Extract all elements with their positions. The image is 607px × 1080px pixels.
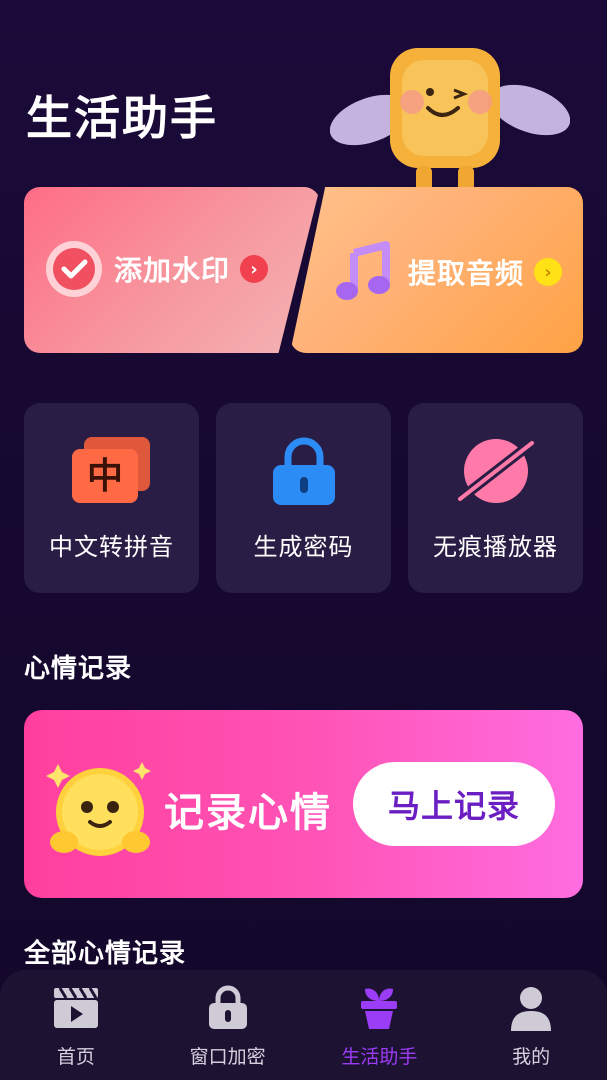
nav-item-mine[interactable]: 我的 (461, 984, 601, 1069)
chinese-character-icon: 中 (71, 437, 150, 503)
bottom-nav: 首页 窗口加密 生活助手 我的 (0, 970, 607, 1080)
nav-item-life-assistant[interactable]: 生活助手 (309, 984, 449, 1069)
mood-record-card: 记录心情 马上记录 (24, 710, 583, 898)
extract-audio-card[interactable]: 提取音频 › (290, 187, 583, 353)
tool-label: 中文转拼音 (49, 533, 174, 561)
nav-item-window-encrypt[interactable]: 窗口加密 (158, 984, 298, 1069)
record-now-button[interactable]: 马上记录 (353, 762, 555, 846)
planet-icon (454, 438, 537, 504)
user-icon (511, 987, 552, 1031)
extract-audio-label: 提取音频 (408, 257, 525, 290)
add-watermark-label: 添加水印 (114, 254, 231, 287)
tool-generate-password[interactable]: 生成密码 (216, 403, 391, 593)
music-note-icon (336, 241, 390, 300)
mascot-illustration (330, 48, 570, 196)
tool-label: 无痕播放器 (433, 533, 558, 561)
add-watermark-card[interactable]: 添加水印 › (24, 187, 320, 353)
tool-chinese-to-pinyin[interactable]: 中 中文转拼音 (24, 403, 199, 593)
nav-label: 首页 (56, 1046, 95, 1068)
tool-label: 生成密码 (253, 533, 354, 561)
nav-label: 我的 (512, 1046, 551, 1068)
all-mood-records-title: 全部心情记录 (24, 939, 187, 969)
page-title: 生活助手 (26, 91, 218, 145)
mood-card-label: 记录心情 (164, 790, 332, 836)
nav-label: 生活助手 (341, 1046, 418, 1068)
checkmark-icon (46, 241, 102, 297)
plant-pot-icon (361, 988, 398, 1029)
lock-icon (208, 985, 247, 1029)
video-clapper-icon (53, 987, 98, 1028)
lock-icon (272, 437, 335, 505)
tool-incognito-player[interactable]: 无痕播放器 (408, 403, 583, 593)
smiling-face-icon (46, 762, 151, 856)
nav-item-home[interactable]: 首页 (6, 984, 146, 1069)
chinese-character-glyph: 中 (86, 456, 122, 497)
mood-section-title: 心情记录 (24, 654, 133, 684)
nav-label: 窗口加密 (189, 1046, 266, 1068)
chevron-right-icon: › (534, 258, 563, 286)
chevron-right-icon: › (240, 255, 269, 283)
